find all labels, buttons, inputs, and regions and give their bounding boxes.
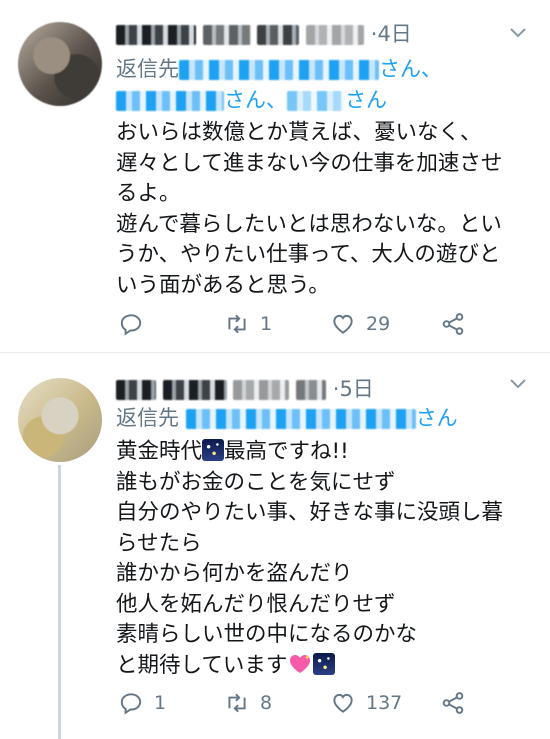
avatar[interactable] xyxy=(18,22,102,106)
share-button[interactable] xyxy=(440,310,466,338)
mention-redacted[interactable] xyxy=(185,409,416,429)
tweet-actions: 1 8 137 xyxy=(118,689,478,717)
username-redacted[interactable] xyxy=(306,25,365,45)
heart-icon xyxy=(333,314,353,334)
share-icon xyxy=(442,692,464,714)
chevron-down-icon[interactable] xyxy=(508,22,528,42)
timestamp[interactable]: 4日 xyxy=(377,22,411,46)
username-redacted[interactable] xyxy=(233,380,290,400)
tweet-actions: 1 29 xyxy=(118,310,478,338)
tweet-text: おいらは数億とか貰えば、憂いなく、 遅々として進まない今の仕事を加速させ るよ。… xyxy=(116,120,503,298)
chevron-down-icon[interactable] xyxy=(508,373,528,393)
retweet-icon xyxy=(228,693,246,713)
tweet[interactable]: ·4日 返信先 さん、 さん、 さん おいらは数億とか貰えば、憂いなく、 遅々として… xyxy=(0,0,550,353)
night-stars-emoji-icon xyxy=(202,439,225,461)
tweet-header: ·5日 xyxy=(116,373,374,403)
tweet-text: 黄金時代 最高ですね!! 誰もがお金のことを気にせず 自分のやりたい事、好きな事に… xyxy=(116,439,504,678)
mention-redacted[interactable] xyxy=(179,60,379,80)
avatar[interactable] xyxy=(18,378,102,462)
like-button[interactable]: 137 xyxy=(330,689,402,717)
replying-to: 返信先 さん xyxy=(116,406,458,430)
like-button[interactable]: 29 xyxy=(330,310,390,338)
share-icon xyxy=(442,313,464,335)
display-name-redacted[interactable] xyxy=(162,380,227,400)
display-name-redacted[interactable] xyxy=(202,25,251,45)
sparkling-heart-emoji-icon xyxy=(290,654,311,673)
username-redacted[interactable] xyxy=(257,25,300,45)
timestamp[interactable]: 5日 xyxy=(339,377,373,401)
heart-icon xyxy=(333,693,353,713)
reply-button[interactable]: 1 xyxy=(118,689,166,717)
retweet-button[interactable]: 1 xyxy=(224,310,272,338)
tweet-header: ·4日 xyxy=(116,18,412,48)
tweet[interactable]: ·5日 返信先 さん 黄金時代 最高ですね!! 誰もがお金のことを気にせず 自分の… xyxy=(0,353,550,739)
mention-redacted[interactable] xyxy=(116,91,224,111)
reply-icon xyxy=(120,314,142,336)
display-name-redacted[interactable] xyxy=(116,25,196,45)
retweet-button[interactable]: 8 xyxy=(224,689,272,717)
display-name-redacted[interactable] xyxy=(116,380,156,400)
thread-line xyxy=(58,465,61,739)
reply-icon xyxy=(120,693,142,715)
replying-to: 返信先 さん、 さん、 さん xyxy=(116,57,442,112)
mention-redacted[interactable] xyxy=(287,91,345,111)
share-button[interactable] xyxy=(440,689,466,717)
reply-button[interactable] xyxy=(118,310,154,338)
retweet-icon xyxy=(228,314,246,334)
night-stars-emoji-icon xyxy=(313,652,336,675)
username-redacted[interactable] xyxy=(296,380,327,400)
